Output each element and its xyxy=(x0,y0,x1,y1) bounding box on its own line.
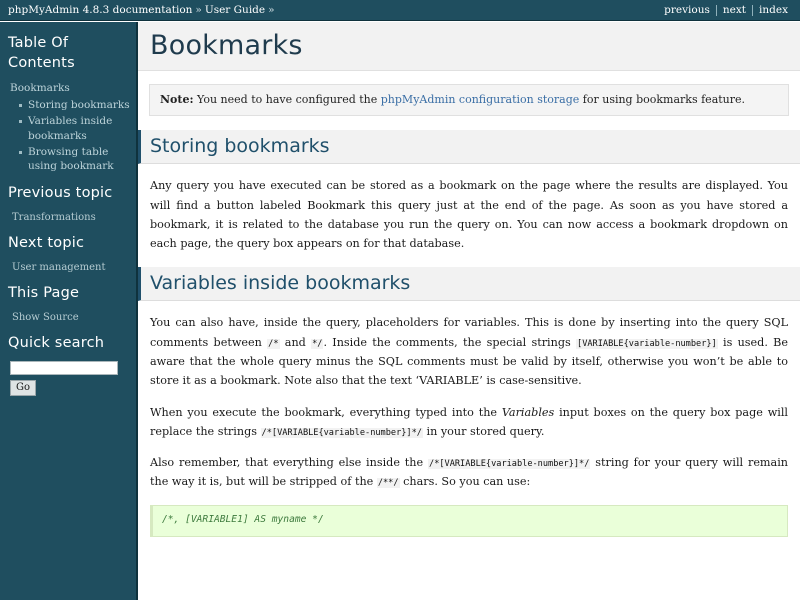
quick-search-title: Quick search xyxy=(8,335,105,352)
note-text-before: You need to have configured the xyxy=(197,93,378,106)
this-page-title: This Page xyxy=(8,285,80,302)
previous-topic-title: Previous topic xyxy=(8,185,113,202)
inline-code-comment-close: */ xyxy=(311,338,324,349)
toc-list: Bookmarks Storing bookmarks Variables in… xyxy=(10,80,130,174)
section-heading-storing-bookmarks: Storing bookmarks xyxy=(138,130,800,165)
toc-link-variables-inside-bookmarks[interactable]: Variables inside bookmarks xyxy=(28,115,112,141)
document-body: Table Of Contents Bookmarks Storing book… xyxy=(0,22,800,600)
inline-code-comment-chars: /**/ xyxy=(376,478,400,489)
configuration-storage-link[interactable]: phpMyAdmin configuration storage xyxy=(381,93,580,106)
index-link[interactable]: index xyxy=(753,4,794,16)
search-go-button[interactable]: Go xyxy=(10,379,37,396)
para3-text-a: Also remember, that everything else insi… xyxy=(150,456,424,470)
paragraph-variables-2: When you execute the bookmark, everythin… xyxy=(150,403,788,442)
toc-subitem-browsing: Browsing table using bookmark xyxy=(19,144,130,174)
breadcrumb: phpMyAdmin 4.8.3 documentation » User Gu… xyxy=(8,4,278,16)
documentation-page: phpMyAdmin 4.8.3 documentation » User Gu… xyxy=(0,0,800,600)
para2-emphasis-variables: Variables xyxy=(501,405,555,419)
paragraph-variables-1: You can also have, inside the query, pla… xyxy=(150,313,788,390)
next-link[interactable]: next xyxy=(717,4,752,16)
previous-topic-link[interactable]: Transformations xyxy=(12,211,130,225)
content-inner: Bookmarks Note: You need to have configu… xyxy=(138,22,800,537)
show-source-link[interactable]: Show Source xyxy=(12,311,130,325)
breadcrumb-root-link[interactable]: phpMyAdmin 4.8.3 documentation xyxy=(8,4,192,16)
toc-sublist: Storing bookmarks Variables inside bookm… xyxy=(18,97,130,174)
breadcrumb-section-link[interactable]: User Guide xyxy=(205,4,265,16)
breadcrumb-separator-2: » xyxy=(268,4,275,16)
paragraph-variables-3: Also remember, that everything else insi… xyxy=(150,453,788,492)
main-content: Bookmarks Note: You need to have configu… xyxy=(136,22,800,600)
para1-text-e: is case-sensitive. xyxy=(486,374,582,388)
next-topic-link[interactable]: User management xyxy=(12,261,130,275)
top-nav-links: previous next index xyxy=(658,4,794,16)
para1-text-c: . Inside the comments, the special strin… xyxy=(323,335,571,349)
note-text-after: for using bookmarks feature. xyxy=(582,93,746,106)
toc-root-item: Bookmarks Storing bookmarks Variables in… xyxy=(10,80,130,174)
code-block-variable-example: /*, [VARIABLE1] AS myname */ xyxy=(150,504,788,537)
note-box: Note: You need to have configured the ph… xyxy=(149,84,789,117)
section-storing-bookmarks: Storing bookmarks Any query you have exe… xyxy=(138,130,800,253)
paragraph-storing-bookmarks: Any query you have executed can be store… xyxy=(150,179,788,251)
toc-link-browsing-table-using-bookmark[interactable]: Browsing table using bookmark xyxy=(28,146,114,172)
next-topic-title: Next topic xyxy=(8,235,85,252)
sidebar: Table Of Contents Bookmarks Storing book… xyxy=(0,22,136,600)
toc-link-storing-bookmarks[interactable]: Storing bookmarks xyxy=(28,99,130,111)
page-title: Bookmarks xyxy=(138,22,800,71)
breadcrumb-separator-1: » xyxy=(195,4,202,16)
para1-text-b: and xyxy=(284,335,306,349)
inline-code-variable-comment-2: /*[VARIABLE{variable-number}]*/ xyxy=(428,459,591,470)
inline-code-variable-comment: /*[VARIABLE{variable-number}]*/ xyxy=(260,427,423,438)
inline-code-variable-placeholder: [VARIABLE{variable-number}] xyxy=(576,338,718,349)
para1-quoted-variable: ‘VARIABLE’ xyxy=(415,374,483,388)
search-input[interactable] xyxy=(10,360,118,375)
inline-code-comment-open: /* xyxy=(267,338,280,349)
toc-subitem-variables: Variables inside bookmarks xyxy=(19,113,130,143)
section-variables-inside-bookmarks: Variables inside bookmarks You can also … xyxy=(138,267,800,537)
toc-title: Table Of Contents xyxy=(8,35,75,71)
toc-subitem-storing: Storing bookmarks xyxy=(19,97,130,113)
top-navigation-bar: phpMyAdmin 4.8.3 documentation » User Gu… xyxy=(0,0,800,21)
previous-link[interactable]: previous xyxy=(658,4,716,16)
quick-search-form: Go xyxy=(10,360,130,396)
note-label: Note: xyxy=(160,93,194,106)
section-heading-variables-inside-bookmarks: Variables inside bookmarks xyxy=(138,267,800,302)
para2-text-c: in your stored query. xyxy=(426,424,545,438)
para2-text-a: When you execute the bookmark, everythin… xyxy=(150,405,498,419)
toc-link-bookmarks[interactable]: Bookmarks xyxy=(10,80,130,96)
para3-text-c: chars. So you can use: xyxy=(403,475,531,489)
